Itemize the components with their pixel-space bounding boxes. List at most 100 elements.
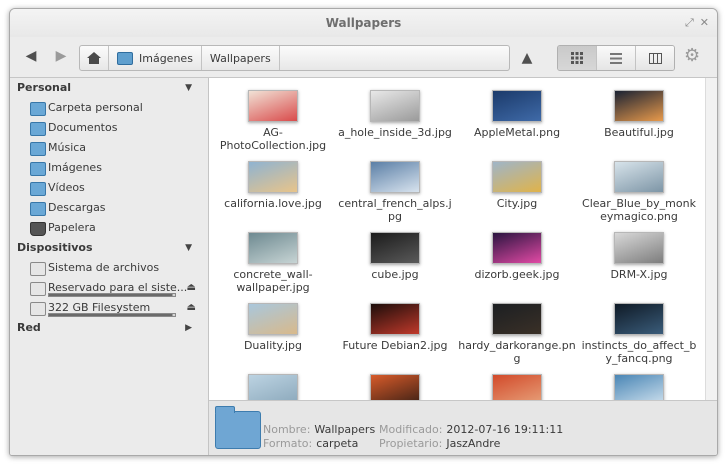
sidebar-item-carpeta-personal[interactable]: Carpeta personal xyxy=(10,98,208,118)
file-item[interactable] xyxy=(456,368,578,400)
drive-icon xyxy=(30,302,46,316)
column-view-button[interactable] xyxy=(636,46,674,70)
toolbar: ◀ ▶ Imágenes Wallpapers ▲ ⚙ xyxy=(10,37,717,78)
file-item[interactable]: california.love.jpg xyxy=(212,155,334,226)
file-item[interactable]: City.jpg xyxy=(456,155,578,226)
back-button[interactable]: ◀ xyxy=(21,47,41,65)
sidebar-item-label: Documentos xyxy=(48,121,118,134)
file-item[interactable]: instincts_do_affect_by_fancq.png xyxy=(578,297,700,368)
close-icon[interactable]: ✕ xyxy=(700,16,709,29)
chevron-down-icon[interactable]: ▼ xyxy=(185,78,192,98)
breadcrumb-home[interactable] xyxy=(80,46,109,70)
sidebar-item-descargas[interactable]: Descargas xyxy=(10,198,208,218)
drive-icon xyxy=(30,282,46,296)
sidebar-item-musica[interactable]: Música xyxy=(10,138,208,158)
eject-icon[interactable]: ⏏ xyxy=(187,298,196,318)
sidebar-item-reservado[interactable]: Reservado para el siste... ⏏ xyxy=(10,278,208,298)
image-thumbnail xyxy=(248,232,298,264)
sidebar-item-documentos[interactable]: Documentos xyxy=(10,118,208,138)
file-item[interactable]: concrete_wall-wallpaper.jpg xyxy=(212,226,334,297)
image-thumbnail xyxy=(370,161,420,193)
file-item[interactable]: Duality.jpg xyxy=(212,297,334,368)
breadcrumb-label: Wallpapers xyxy=(209,51,271,65)
columns-icon xyxy=(648,52,662,64)
file-item[interactable]: a_hole_inside_3d.jpg xyxy=(334,84,456,155)
documents-folder-icon xyxy=(30,122,46,136)
sidebar-section-red[interactable]: Red ▶ xyxy=(10,318,208,338)
file-item[interactable]: central_french_alps.jpg xyxy=(334,155,456,226)
sidebar-item-label: Papelera xyxy=(48,221,96,234)
home-icon xyxy=(87,52,101,64)
image-thumbnail xyxy=(614,161,664,193)
downloads-folder-icon xyxy=(30,202,46,216)
sidebar-section-dispositivos[interactable]: Dispositivos ▼ xyxy=(10,238,208,258)
file-item[interactable]: Clear_Blue_by_monkeymagico.png xyxy=(578,155,700,226)
image-thumbnail xyxy=(614,232,664,264)
icon-view-button[interactable] xyxy=(558,46,597,70)
sidebar-item-imagenes[interactable]: Imágenes xyxy=(10,158,208,178)
folder-icon xyxy=(215,406,261,449)
image-thumbnail xyxy=(492,374,542,400)
image-thumbnail xyxy=(370,90,420,122)
file-item[interactable] xyxy=(212,368,334,400)
arrow-up-icon: ▲ xyxy=(521,50,533,66)
gear-icon[interactable]: ⚙ xyxy=(684,47,700,65)
disk-usage-bar xyxy=(48,293,176,297)
owner-label: Propietario: xyxy=(379,437,443,450)
file-item[interactable]: cube.jpg xyxy=(334,226,456,297)
file-item[interactable]: hardy_darkorange.png xyxy=(456,297,578,368)
sidebar-item-label: Vídeos xyxy=(48,181,85,194)
breadcrumb-imagenes[interactable]: Imágenes xyxy=(109,46,202,70)
file-name: concrete_wall-wallpaper.jpg xyxy=(233,268,313,294)
file-name: Beautiful.jpg xyxy=(604,126,674,139)
sidebar-item-videos[interactable]: Vídeos xyxy=(10,178,208,198)
image-thumbnail xyxy=(492,232,542,264)
image-thumbnail xyxy=(370,232,420,264)
sidebar-item-papelera[interactable]: Papelera xyxy=(10,218,208,238)
file-item[interactable]: AppleMetal.png xyxy=(456,84,578,155)
file-name: instincts_do_affect_by_fancq.png xyxy=(581,339,697,365)
file-item[interactable]: Future Debian2.jpg xyxy=(334,297,456,368)
image-thumbnail xyxy=(370,303,420,335)
disk-usage-bar xyxy=(48,313,176,317)
owner-value: JaszAndre xyxy=(446,437,501,450)
format-info: Formato: carpeta xyxy=(263,437,358,451)
name-value: Wallpapers xyxy=(314,423,376,436)
forward-button[interactable]: ▶ xyxy=(51,47,71,65)
sidebar-item-label: Imágenes xyxy=(48,161,102,174)
file-item[interactable]: Beautiful.jpg xyxy=(578,84,700,155)
arrow-left-icon: ◀ xyxy=(25,48,37,64)
image-thumbnail xyxy=(248,90,298,122)
modified-label: Modificado: xyxy=(379,423,443,436)
pictures-folder-icon xyxy=(30,162,46,176)
file-item[interactable]: DRM-X.jpg xyxy=(578,226,700,297)
file-item[interactable]: dizorb.geek.jpg xyxy=(456,226,578,297)
list-view-button[interactable] xyxy=(597,46,636,70)
eject-icon[interactable]: ⏏ xyxy=(187,278,196,298)
image-thumbnail xyxy=(370,374,420,400)
sidebar-item-label: Descargas xyxy=(48,201,106,214)
chevron-down-icon[interactable]: ▼ xyxy=(185,238,192,258)
image-thumbnail xyxy=(248,161,298,193)
path-bar: Imágenes Wallpapers xyxy=(79,45,510,71)
sidebar-item-sistema-de-archivos[interactable]: Sistema de archivos xyxy=(10,258,208,278)
image-thumbnail xyxy=(614,303,664,335)
file-item[interactable]: AG-PhotoCollection.jpg xyxy=(212,84,334,155)
file-item[interactable] xyxy=(334,368,456,400)
list-icon xyxy=(610,52,622,64)
info-panel: Nombre: Wallpapers Formato: carpeta Modifi… xyxy=(209,400,717,455)
file-name: central_french_alps.jpg xyxy=(338,197,452,223)
breadcrumb-wallpapers[interactable]: Wallpapers xyxy=(202,46,280,70)
file-manager-window: Wallpapers ⤢ ✕ ◀ ▶ Imágenes Wallpapers ▲ xyxy=(9,8,718,456)
sidebar-item-322gb[interactable]: 322 GB Filesystem ⏏ xyxy=(10,298,208,318)
sidebar-section-personal[interactable]: Personal ▼ xyxy=(10,78,208,98)
vertical-scrollbar[interactable] xyxy=(705,78,717,400)
chevron-right-icon[interactable]: ▶ xyxy=(185,318,192,338)
file-item[interactable] xyxy=(578,368,700,400)
folder-icon xyxy=(117,51,133,65)
file-view: AG-PhotoCollection.jpg a_hole_inside_3d.j… xyxy=(209,78,705,400)
maximize-icon[interactable]: ⤢ xyxy=(685,16,694,29)
file-name: AG-PhotoCollection.jpg xyxy=(219,126,327,152)
breadcrumb-label: Imágenes xyxy=(139,51,193,65)
up-button[interactable]: ▲ xyxy=(513,45,541,71)
